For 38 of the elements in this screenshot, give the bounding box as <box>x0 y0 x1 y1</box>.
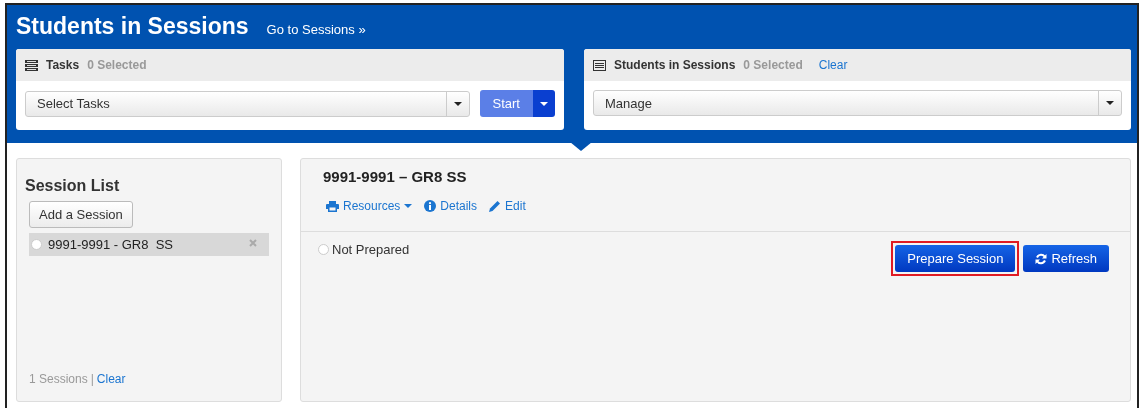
clear-link[interactable]: Clear <box>818 58 848 72</box>
start-button[interactable]: Start <box>479 90 533 117</box>
page-title: Students in Sessions <box>16 13 249 40</box>
selected-count: 0 Selected <box>743 58 803 72</box>
session-title: 9991-9991 – GR8 SS <box>323 168 468 185</box>
list-icon <box>25 59 38 71</box>
prepare-session-button[interactable]: Prepare Session <box>895 245 1016 272</box>
card-title: Students in Sessions <box>614 58 736 72</box>
refresh-icon <box>1035 252 1048 265</box>
pencil-icon <box>489 200 502 212</box>
close-icon[interactable] <box>249 239 257 247</box>
go-to-sessions-link[interactable]: Go to Sessions » <box>266 22 366 37</box>
selected-count: 0 Selected <box>87 58 147 72</box>
caret-icon <box>453 101 462 106</box>
list-icon <box>593 59 606 71</box>
radio-button[interactable] <box>318 244 329 255</box>
refresh-button[interactable]: Refresh <box>1023 245 1109 272</box>
session-name: 9991-9991 - GR8 SS <box>48 237 175 252</box>
caret-icon <box>404 204 413 208</box>
start-dropdown-button[interactable] <box>533 90 555 117</box>
session-item[interactable]: 9991-9991 - GR8 SS <box>29 233 269 256</box>
edit-link[interactable]: Edit <box>489 199 526 213</box>
printer-icon <box>326 200 339 212</box>
panel-title: Session List <box>25 177 121 195</box>
resources-link[interactable]: Resources <box>326 199 413 213</box>
details-link[interactable]: Details <box>424 199 478 213</box>
tasks-select[interactable]: Select Tasks <box>25 90 470 117</box>
clear-link[interactable]: Clear <box>96 372 126 386</box>
manage-select[interactable]: Manage <box>593 90 1122 116</box>
session-count: 1 Sessions <box>29 372 88 386</box>
caret-icon <box>540 101 548 106</box>
radio-button[interactable] <box>31 239 42 250</box>
status-label: Not Prepared <box>332 242 410 257</box>
card-title: Tasks <box>46 58 80 72</box>
separator: | <box>90 372 94 386</box>
caret-icon <box>1106 101 1114 105</box>
info-icon <box>424 200 437 212</box>
add-session-button[interactable]: Add a Session <box>29 201 133 228</box>
